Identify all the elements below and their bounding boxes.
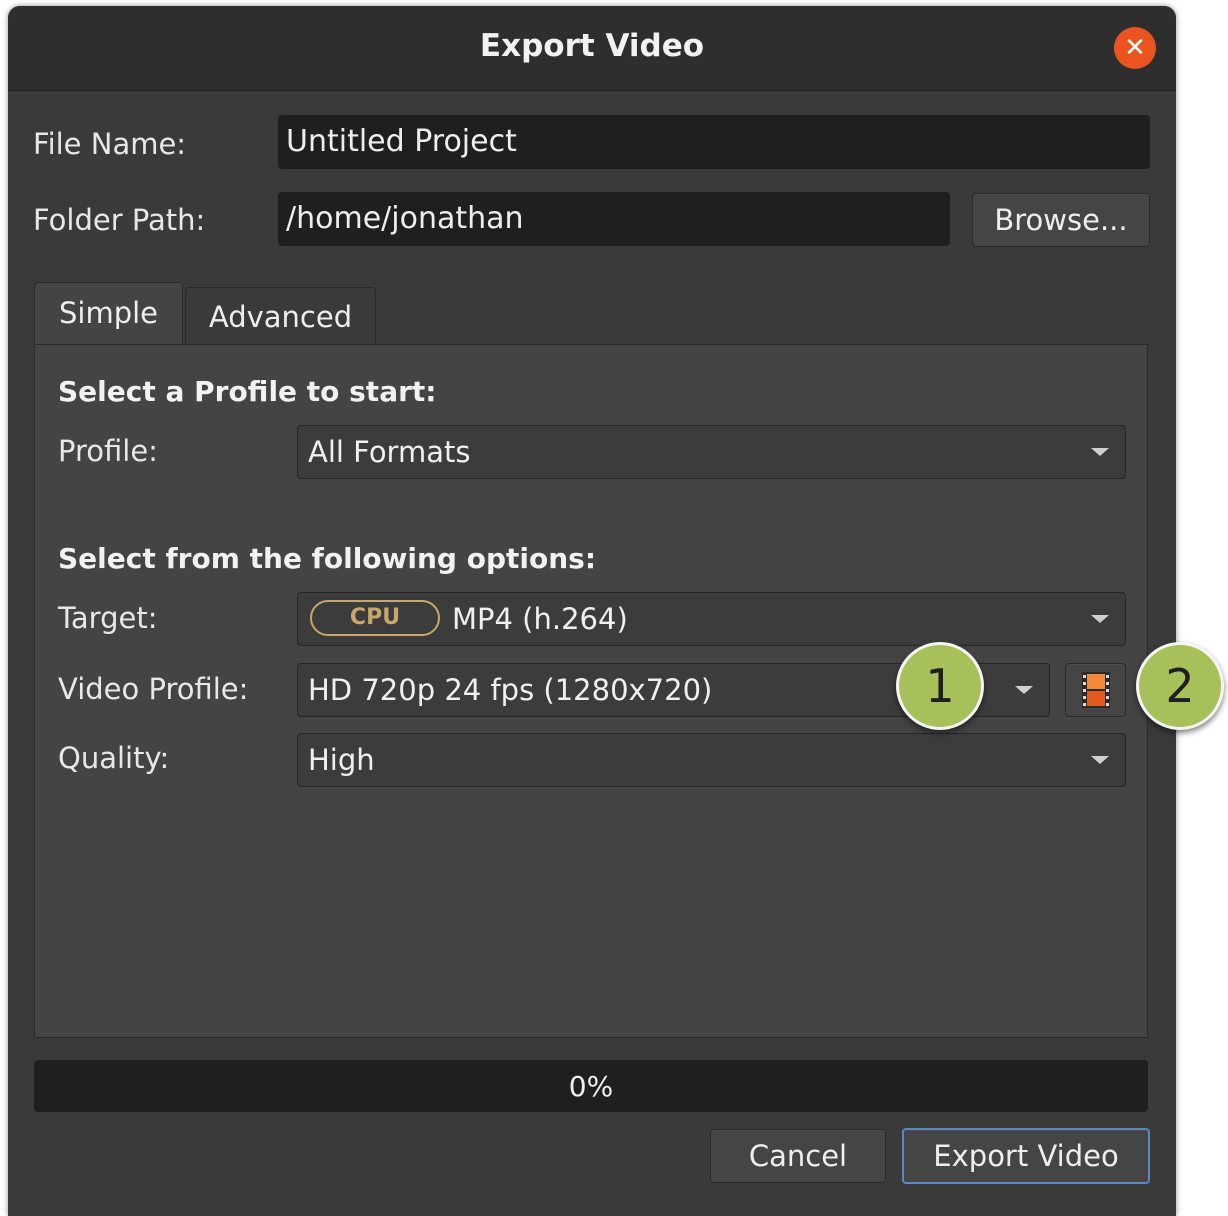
options-heading: Select from the following options: (58, 542, 597, 575)
chevron-down-icon (1091, 756, 1109, 764)
tab-advanced[interactable]: Advanced (185, 287, 376, 345)
profile-label: Profile: (58, 434, 158, 468)
quality-dropdown-value: High (308, 743, 375, 777)
profile-heading: Select a Profile to start: (58, 375, 437, 408)
export-video-button[interactable]: Export Video (902, 1128, 1150, 1184)
cancel-button[interactable]: Cancel (710, 1129, 886, 1183)
annotation-marker-1: 1 (896, 642, 984, 730)
video-profile-edit-button[interactable] (1065, 663, 1126, 717)
profile-dropdown-value: All Formats (308, 435, 471, 469)
export-progress-bar: 0% (34, 1060, 1148, 1112)
export-video-dialog: Export Video ✕ File Name: Untitled Proje… (8, 6, 1176, 1216)
folder-path-label: Folder Path: (33, 203, 206, 237)
chevron-down-icon (1015, 686, 1033, 694)
folder-path-input[interactable]: /home/jonathan (278, 192, 950, 246)
annotation-marker-2: 2 (1136, 642, 1224, 730)
dialog-title: Export Video (479, 28, 705, 64)
chevron-down-icon (1091, 448, 1109, 456)
file-name-input[interactable]: Untitled Project (278, 115, 1150, 169)
progress-text: 0% (568, 1070, 614, 1103)
target-label: Target: (58, 601, 158, 635)
quality-dropdown[interactable]: High (297, 733, 1126, 787)
chevron-down-icon (1091, 615, 1109, 623)
video-profile-dropdown-value: HD 720p 24 fps (1280x720) (308, 673, 713, 707)
close-icon[interactable]: ✕ (1114, 27, 1156, 69)
video-profile-label: Video Profile: (58, 672, 249, 706)
target-dropdown[interactable]: CPU MP4 (h.264) (297, 592, 1126, 646)
tab-simple[interactable]: Simple (34, 282, 183, 346)
browse-button[interactable]: Browse... (972, 193, 1150, 247)
quality-label: Quality: (58, 741, 170, 775)
target-dropdown-value: MP4 (h.264) (452, 602, 628, 636)
title-bar: Export Video ✕ (8, 6, 1176, 91)
film-strip-icon (1082, 672, 1110, 708)
file-name-label: File Name: (33, 127, 187, 161)
cpu-badge: CPU (310, 600, 440, 636)
profile-dropdown[interactable]: All Formats (297, 425, 1126, 479)
